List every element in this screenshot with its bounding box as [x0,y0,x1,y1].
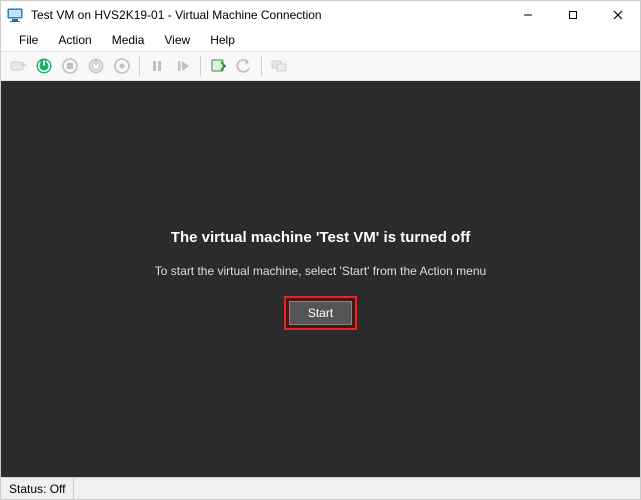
save-icon [109,53,135,79]
menu-help[interactable]: Help [200,31,245,49]
minimize-button[interactable] [505,1,550,29]
menu-file[interactable]: File [9,31,48,49]
toolbar [1,51,640,81]
vmconnect-window: Test VM on HVS2K19-01 - Virtual Machine … [0,0,641,500]
checkpoint-icon[interactable] [205,53,231,79]
shutdown-icon [83,53,109,79]
menu-view[interactable]: View [154,31,200,49]
titlebar: Test VM on HVS2K19-01 - Virtual Machine … [1,1,640,29]
status-bar: Status: Off [1,477,640,499]
maximize-button[interactable] [550,1,595,29]
pause-icon [144,53,170,79]
revert-icon [231,53,257,79]
menubar: File Action Media View Help [1,29,640,51]
start-icon[interactable] [31,53,57,79]
status-text: Status: Off [1,478,74,499]
toolbar-separator [139,56,140,76]
menu-media[interactable]: Media [102,31,155,49]
start-button-highlight: Start [284,296,357,330]
menu-action[interactable]: Action [48,31,101,49]
enhanced-session-icon [266,53,292,79]
turn-off-icon [57,53,83,79]
ctrl-alt-del-icon [5,53,31,79]
toolbar-separator [200,56,201,76]
close-button[interactable] [595,1,640,29]
window-title: Test VM on HVS2K19-01 - Virtual Machine … [31,8,322,22]
toolbar-separator [261,56,262,76]
vm-off-instruction: To start the virtual machine, select 'St… [155,264,486,278]
vm-display-area: The virtual machine 'Test VM' is turned … [1,81,640,477]
start-button[interactable]: Start [289,301,352,325]
app-icon [7,6,25,24]
reset-icon [170,53,196,79]
vm-off-heading: The virtual machine 'Test VM' is turned … [171,229,470,246]
